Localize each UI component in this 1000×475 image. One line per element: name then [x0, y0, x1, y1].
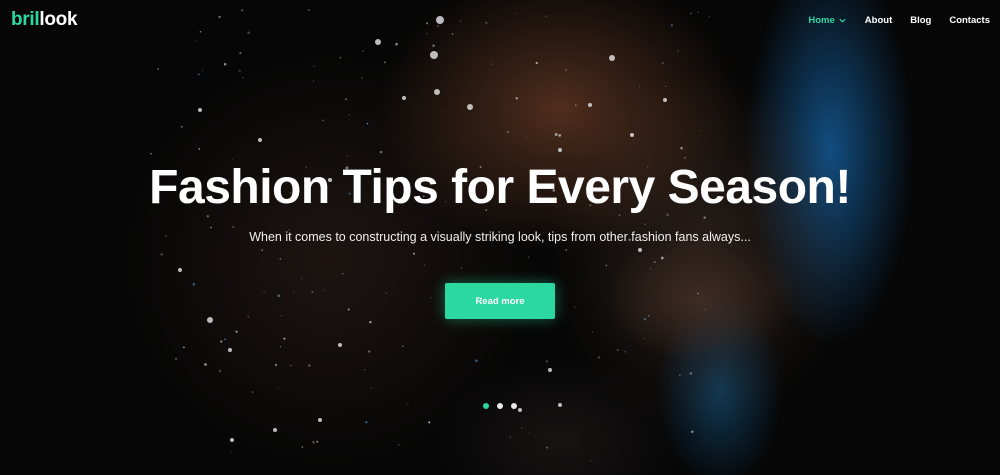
nav-item-about-label: About — [864, 15, 893, 26]
chevron-down-icon — [839, 18, 846, 23]
nav-item-home[interactable]: Home — [808, 15, 846, 26]
slider-dot[interactable] — [483, 403, 489, 409]
top-navbar: brillook Home About Blog Contacts — [0, 0, 1000, 42]
slider-dot[interactable] — [497, 403, 503, 409]
hero-subtitle: When it comes to constructing a visually… — [249, 230, 751, 244]
brand-logo-part2: look — [39, 9, 78, 30]
slider-pagination — [483, 403, 517, 409]
hero-title: Fashion Tips for Every Season! — [149, 161, 851, 214]
brand-logo[interactable]: brillook — [11, 9, 78, 31]
nav-item-blog[interactable]: Blog — [910, 15, 931, 26]
nav-item-contacts[interactable]: Contacts — [949, 15, 990, 26]
brand-logo-part1: bril — [11, 9, 40, 30]
nav-item-home-label: Home — [808, 15, 835, 26]
slider-dot[interactable] — [511, 403, 517, 409]
nav-item-about[interactable]: About — [865, 15, 892, 26]
read-more-button[interactable]: Read more — [445, 283, 555, 319]
nav-item-contacts-label: Contacts — [949, 15, 990, 26]
nav-item-blog-label: Blog — [910, 15, 932, 26]
main-nav: Home About Blog Contacts — [808, 15, 990, 26]
